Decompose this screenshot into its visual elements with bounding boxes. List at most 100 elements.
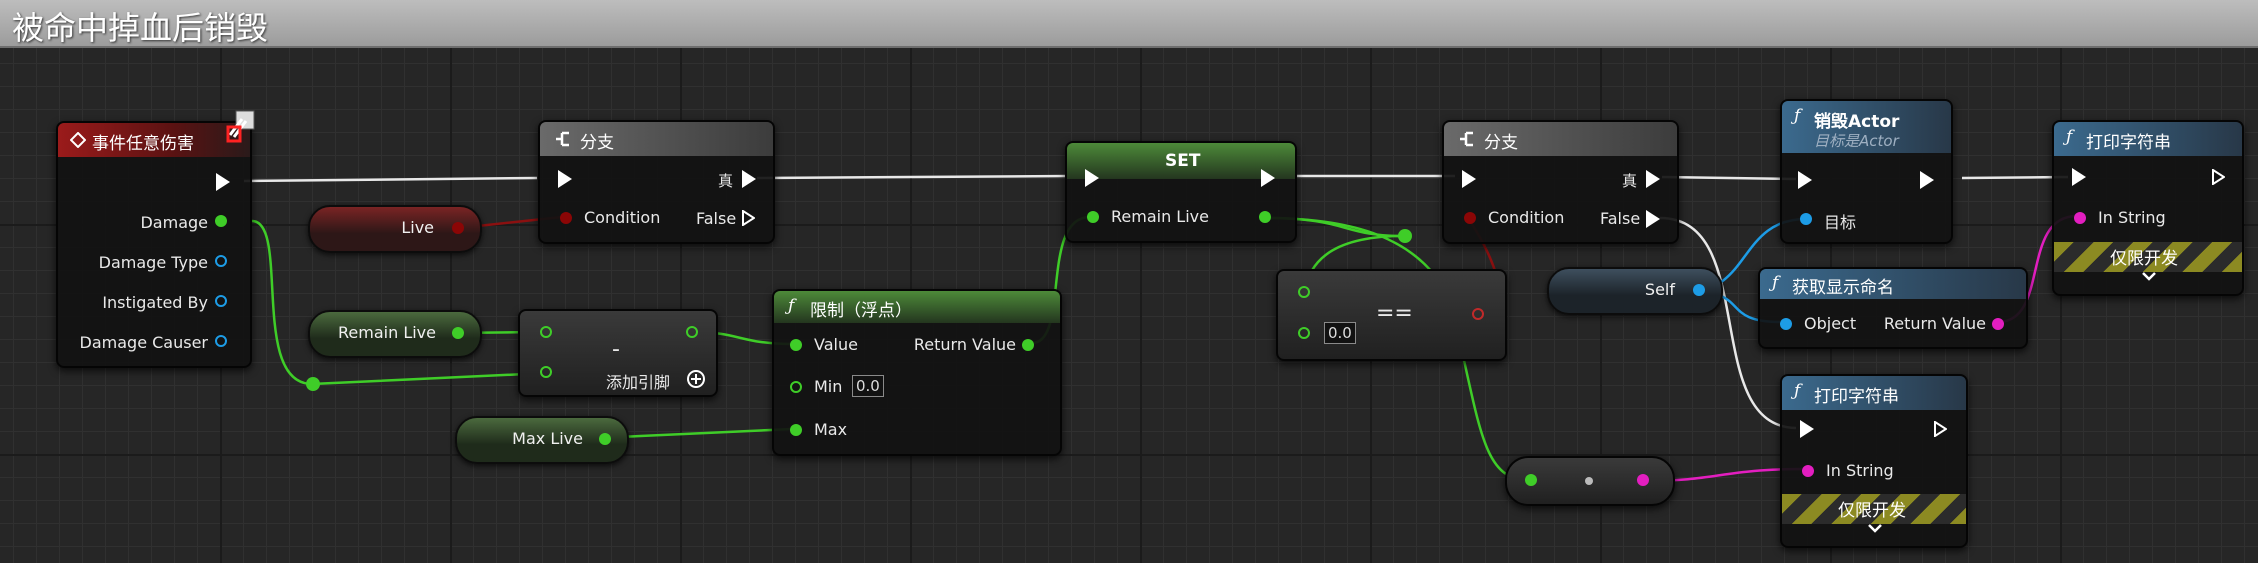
exec-in-pin[interactable] — [2072, 168, 2086, 186]
exec-out-pin[interactable] — [1261, 169, 1275, 187]
remain-live-output-pin[interactable] — [1259, 211, 1271, 223]
conversion-output-pin[interactable] — [1637, 474, 1649, 486]
clamp-float-node[interactable]: ƒ 限制（浮点） Value Return Value Min 0.0 Max — [772, 289, 1062, 456]
exec-in-pin[interactable] — [558, 170, 572, 188]
exec-wire — [243, 176, 538, 183]
equal-value-field[interactable]: 0.0 — [1324, 322, 1356, 344]
operator-label: - — [612, 337, 620, 362]
instigated-by-pin[interactable] — [215, 295, 227, 307]
node-title: SET — [1165, 151, 1201, 171]
conversion-dot-icon — [1585, 477, 1593, 485]
function-icon: ƒ — [1772, 273, 1779, 293]
exec-out-pin[interactable] — [216, 173, 230, 191]
node-subtitle: 目标是Actor — [1814, 132, 1899, 150]
print-string-node-1[interactable]: ƒ 打印字符串 In String 仅限开发 — [2052, 120, 2244, 296]
subtract-node[interactable]: - 添加引脚 — [518, 309, 718, 397]
damage-pin[interactable] — [215, 215, 227, 227]
true-label: 真 — [718, 172, 734, 190]
variable-label: Live — [401, 218, 434, 237]
function-icon: ƒ — [788, 296, 795, 316]
exec-in-pin[interactable] — [1800, 420, 1814, 438]
damage-type-pin[interactable] — [215, 255, 227, 267]
object-pin[interactable] — [1780, 318, 1792, 330]
exec-in-pin[interactable] — [1462, 170, 1476, 188]
value-pin[interactable] — [790, 339, 802, 351]
max-pin[interactable] — [790, 424, 802, 436]
value-label: Value — [814, 335, 858, 354]
min-label: Min — [814, 377, 843, 396]
subtract-input-a-pin[interactable] — [540, 326, 552, 338]
pin-label-damage-type: Damage Type — [98, 253, 208, 272]
pin-label-damage-causer: Damage Causer — [79, 333, 208, 352]
max-live-output-pin[interactable] — [599, 433, 611, 445]
pin-label: Remain Live — [1111, 207, 1209, 226]
true-label: 真 — [1622, 172, 1638, 190]
self-label: Self — [1644, 280, 1675, 299]
node-title: 事件任意伤害 — [92, 134, 194, 154]
return-value-pin[interactable] — [1992, 318, 2004, 330]
event-diamond-icon — [70, 132, 86, 148]
exec-in-pin[interactable] — [1798, 171, 1812, 189]
equal-input-a-pin[interactable] — [1298, 286, 1310, 298]
exec-wire — [756, 174, 1071, 180]
float-to-string-node[interactable] — [1505, 456, 1675, 506]
chevron-down-icon[interactable] — [1868, 524, 1882, 534]
branch-icon — [1460, 131, 1473, 147]
node-title: 打印字符串 — [2086, 133, 2171, 153]
true-exec-pin[interactable] — [742, 170, 756, 188]
exec-in-pin[interactable] — [1085, 169, 1099, 187]
target-pin[interactable] — [1800, 213, 1812, 225]
chevron-down-icon[interactable] — [2142, 272, 2156, 282]
live-output-pin[interactable] — [452, 222, 464, 234]
pin-label-damage: Damage — [140, 213, 208, 232]
branch-node-2[interactable]: 分支 真 Condition False — [1442, 120, 1679, 244]
condition-pin[interactable] — [1464, 212, 1476, 224]
exec-out-pin[interactable] — [2212, 169, 2225, 185]
subtract-input-b-pin[interactable] — [540, 366, 552, 378]
exec-out-pin[interactable] — [1934, 421, 1947, 437]
node-title: 分支 — [580, 133, 614, 153]
remain-live-variable-node[interactable]: Remain Live — [308, 310, 482, 358]
event-any-damage-node[interactable]: 事件任意伤害 Damage Damage Type Instigated By … — [56, 110, 255, 368]
false-label: False — [1600, 209, 1641, 228]
true-exec-pin[interactable] — [1646, 170, 1660, 188]
equal-output-pin[interactable] — [1472, 308, 1484, 320]
condition-label: Condition — [584, 208, 661, 227]
self-node[interactable]: Self — [1547, 267, 1723, 315]
false-exec-pin[interactable] — [742, 210, 755, 226]
damage-causer-pin[interactable] — [215, 335, 227, 347]
condition-pin[interactable] — [560, 212, 572, 224]
exec-out-pin[interactable] — [1920, 171, 1934, 189]
function-icon: ƒ — [1794, 381, 1801, 401]
destroy-actor-node[interactable]: ƒ 销毁Actor 目标是Actor 目标 — [1780, 99, 1953, 244]
reroute-knot — [1398, 229, 1412, 243]
return-value-pin[interactable] — [1022, 339, 1034, 351]
min-pin[interactable] — [790, 381, 802, 393]
live-variable-node[interactable]: Live — [308, 205, 482, 253]
conversion-input-pin[interactable] — [1525, 474, 1537, 486]
max-live-variable-node[interactable]: Max Live — [455, 416, 629, 464]
function-icon: ƒ — [1794, 106, 1801, 126]
in-string-pin[interactable] — [2074, 212, 2086, 224]
object-label: Object — [1804, 314, 1857, 333]
add-pin-icon[interactable] — [686, 369, 706, 389]
min-value-field[interactable]: 0.0 — [852, 375, 884, 397]
node-header — [540, 122, 773, 156]
network-replication-icon — [226, 110, 255, 143]
equal-node[interactable]: 0.0 == — [1276, 269, 1507, 361]
node-title: 分支 — [1484, 133, 1518, 153]
print-string-node-2[interactable]: ƒ 打印字符串 In String 仅限开发 — [1780, 374, 1968, 548]
remain-live-output-pin[interactable] — [452, 327, 464, 339]
false-label: False — [696, 209, 737, 228]
set-remain-live-node[interactable]: SET Remain Live — [1065, 141, 1297, 243]
get-display-name-node[interactable]: ƒ 获取显示命名 Object Return Value — [1758, 267, 2028, 349]
branch-icon — [556, 131, 569, 147]
self-output-pin[interactable] — [1693, 284, 1705, 296]
node-header — [1444, 122, 1677, 156]
branch-node-1[interactable]: 分支 真 Condition False — [538, 120, 775, 244]
false-exec-pin[interactable] — [1646, 210, 1660, 228]
remain-live-input-pin[interactable] — [1087, 211, 1099, 223]
equal-input-b-pin[interactable] — [1298, 327, 1310, 339]
subtract-output-pin[interactable] — [686, 326, 698, 338]
in-string-pin[interactable] — [1802, 465, 1814, 477]
